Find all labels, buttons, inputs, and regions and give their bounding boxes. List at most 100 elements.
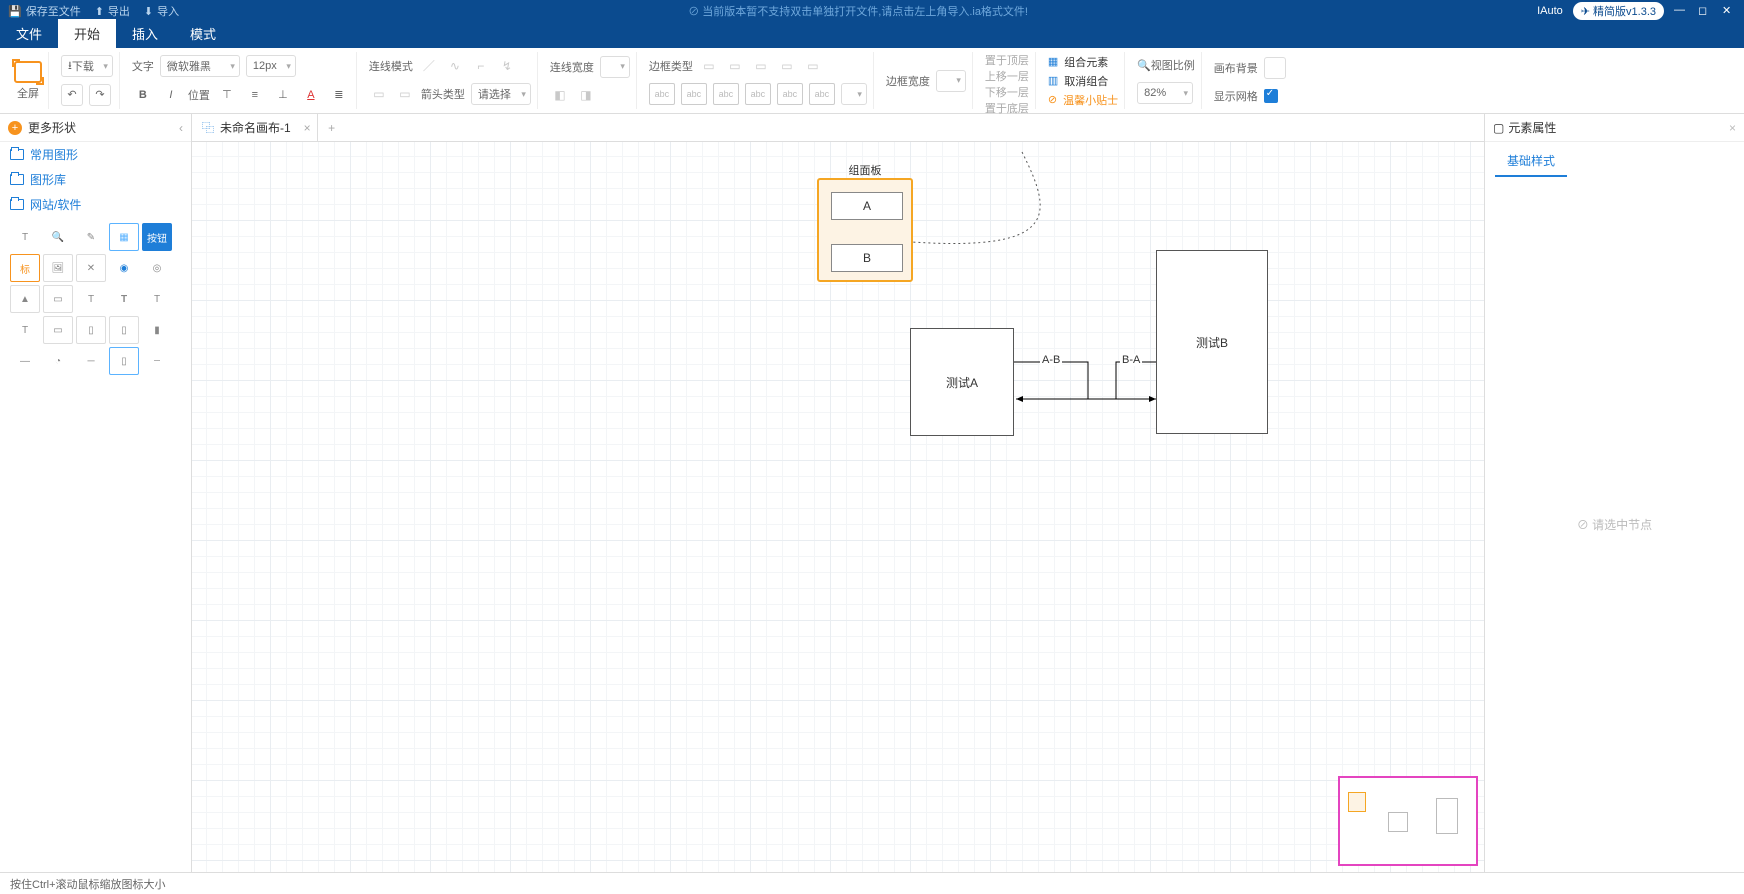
shape-dots[interactable]: ┄ xyxy=(142,347,172,375)
border-dash-icon[interactable]: ▭ xyxy=(725,56,745,76)
redo-button[interactable]: ↷ xyxy=(89,84,111,106)
group-item-a[interactable]: A xyxy=(831,192,903,220)
menu-insert[interactable]: 插入 xyxy=(116,19,174,48)
shape-img2[interactable]: ▲ xyxy=(10,285,40,313)
shape-box[interactable]: ▦ xyxy=(109,223,139,251)
border-fill-icon[interactable]: ▭ xyxy=(803,56,823,76)
arrow-select[interactable]: 请选择 xyxy=(471,83,531,105)
line-style2-icon[interactable]: ▭ xyxy=(395,84,415,104)
line-elbow-icon[interactable]: ⌐ xyxy=(471,56,491,76)
group-button[interactable]: 组合元素 xyxy=(1064,54,1108,70)
align-more-button[interactable]: ≣ xyxy=(328,84,350,106)
z-up-button[interactable]: 上移一层 xyxy=(985,68,1029,84)
left-sidebar: + 更多形状 ‹ 常用图形 图形库 网站/软件 T 🔍 ✎ ▦ 按钮 标 🖼 ✕… xyxy=(0,114,192,872)
shape-x[interactable]: ✕ xyxy=(76,254,106,282)
shape-split[interactable]: ▯ xyxy=(109,347,139,375)
menu-start[interactable]: 开始 xyxy=(58,19,116,48)
line-style1-icon[interactable]: ▭ xyxy=(369,84,389,104)
tip-button[interactable]: 温馨小贴士 xyxy=(1063,92,1118,108)
maximize-icon[interactable]: ◻ xyxy=(1698,4,1712,18)
tab-close-icon[interactable]: × xyxy=(304,121,311,135)
textbox-more[interactable] xyxy=(841,83,867,105)
shape-t4[interactable]: T xyxy=(142,285,172,313)
download-select[interactable]: ⭳ 下载 xyxy=(61,55,113,77)
shape-pie[interactable]: ◔ xyxy=(43,347,73,375)
panel-title: 元素属性 xyxy=(1508,119,1556,136)
shape-text[interactable]: T xyxy=(10,223,40,251)
import-button[interactable]: ⬇ 导入 xyxy=(144,3,179,19)
align-top-button[interactable]: ⊤ xyxy=(216,84,238,106)
textbox-style3[interactable]: abc xyxy=(713,83,739,105)
textbox-style2[interactable]: abc xyxy=(681,83,707,105)
line-curve-icon[interactable]: ∿ xyxy=(445,56,465,76)
export-button[interactable]: ⬆ 导出 xyxy=(95,3,130,19)
shape-t3[interactable]: T xyxy=(109,285,139,313)
shape-button[interactable]: 按钮 xyxy=(142,223,172,251)
font-size-select[interactable]: 12px xyxy=(246,55,296,77)
textbox-style4[interactable]: abc xyxy=(745,83,771,105)
group-item-b[interactable]: B xyxy=(831,244,903,272)
line-extra1-icon[interactable]: ◧ xyxy=(550,85,570,105)
shape-circle[interactable]: ◎ xyxy=(142,254,172,282)
shape-image[interactable]: 🖼 xyxy=(43,254,73,282)
shape-radio[interactable]: ◉ xyxy=(109,254,139,282)
textbox-style1[interactable]: abc xyxy=(649,83,675,105)
shape-window[interactable]: ▭ xyxy=(43,316,73,344)
group-panel[interactable]: 组面板 A B xyxy=(817,178,913,282)
menu-file[interactable]: 文件 xyxy=(0,19,58,48)
shape-hline[interactable]: ─ xyxy=(76,347,106,375)
minimize-icon[interactable]: — xyxy=(1674,4,1688,18)
border-solid-icon[interactable]: ▭ xyxy=(699,56,719,76)
shape-phone[interactable]: ▯ xyxy=(109,316,139,344)
panel-close-icon[interactable]: × xyxy=(1729,121,1736,135)
tab-add-button[interactable]: + xyxy=(318,121,346,135)
menu-bar: 文件 开始 插入 模式 xyxy=(0,22,1744,48)
italic-button[interactable]: I xyxy=(160,84,182,106)
menu-mode[interactable]: 模式 xyxy=(174,19,232,48)
panel-tab-basic[interactable]: 基础样式 xyxy=(1495,146,1567,177)
border-width-select[interactable] xyxy=(936,70,966,92)
scale-select[interactable]: 82% xyxy=(1137,82,1193,104)
z-down-button[interactable]: 下移一层 xyxy=(985,84,1029,100)
sidebar-cat-library[interactable]: 图形库 xyxy=(0,167,191,192)
z-top-button[interactable]: 置于顶层 xyxy=(985,52,1029,68)
sidebar-cat-common[interactable]: 常用图形 xyxy=(0,142,191,167)
line-straight-icon[interactable]: ／ xyxy=(419,56,439,76)
border-none-icon[interactable]: ▭ xyxy=(777,56,797,76)
shape-search[interactable]: 🔍 xyxy=(43,223,73,251)
shape-panel[interactable]: ▯ xyxy=(76,316,106,344)
bold-button[interactable]: B xyxy=(132,84,154,106)
minimap[interactable] xyxy=(1338,776,1478,866)
textbox-style5[interactable]: abc xyxy=(777,83,803,105)
shape-tag[interactable]: 标 xyxy=(10,254,40,282)
line-poly-icon[interactable]: ↯ xyxy=(497,56,517,76)
align-bot-button[interactable]: ⊥ xyxy=(272,84,294,106)
font-select[interactable]: 微软雅黑 xyxy=(160,55,240,77)
line-extra2-icon[interactable]: ◨ xyxy=(576,85,596,105)
show-grid-checkbox[interactable] xyxy=(1264,89,1278,103)
line-width-select[interactable] xyxy=(600,56,630,78)
tab-canvas-1[interactable]: ⿻ 未命名画布-1 × xyxy=(192,114,318,141)
save-to-file-button[interactable]: 💾 保存至文件 xyxy=(8,3,81,19)
border-dot-icon[interactable]: ▭ xyxy=(751,56,771,76)
more-shapes-button[interactable]: + 更多形状 ‹ xyxy=(0,114,191,142)
shape-minus[interactable]: — xyxy=(10,347,40,375)
ungroup-button[interactable]: 取消组合 xyxy=(1064,73,1108,89)
shape-vbar[interactable]: ▮ xyxy=(142,316,172,344)
shape-palette: T 🔍 ✎ ▦ 按钮 标 🖼 ✕ ◉ ◎ ▲ ▭ T T T T ▭ ▯ ▯ ▮… xyxy=(0,217,191,381)
node-test-b[interactable]: 测试B xyxy=(1156,250,1268,434)
shape-t5[interactable]: T xyxy=(10,316,40,344)
shape-pencil[interactable]: ✎ xyxy=(76,223,106,251)
shape-label[interactable]: ▭ xyxy=(43,285,73,313)
align-mid-button[interactable]: ≡ xyxy=(244,84,266,106)
textbox-style6[interactable]: abc xyxy=(809,83,835,105)
canvas-bg-button[interactable] xyxy=(1264,57,1286,79)
shape-t2[interactable]: T xyxy=(76,285,106,313)
node-test-a[interactable]: 测试A xyxy=(910,328,1014,436)
canvas[interactable]: 组面板 A B 测试A 测试B A-B B-A xyxy=(192,142,1484,872)
sidebar-cat-website[interactable]: 网站/软件 xyxy=(0,192,191,217)
close-icon[interactable]: ✕ xyxy=(1722,4,1736,18)
font-color-button[interactable]: A xyxy=(300,84,322,106)
undo-button[interactable]: ↶ xyxy=(61,84,83,106)
fullscreen-button[interactable]: 全屏 xyxy=(14,61,42,101)
